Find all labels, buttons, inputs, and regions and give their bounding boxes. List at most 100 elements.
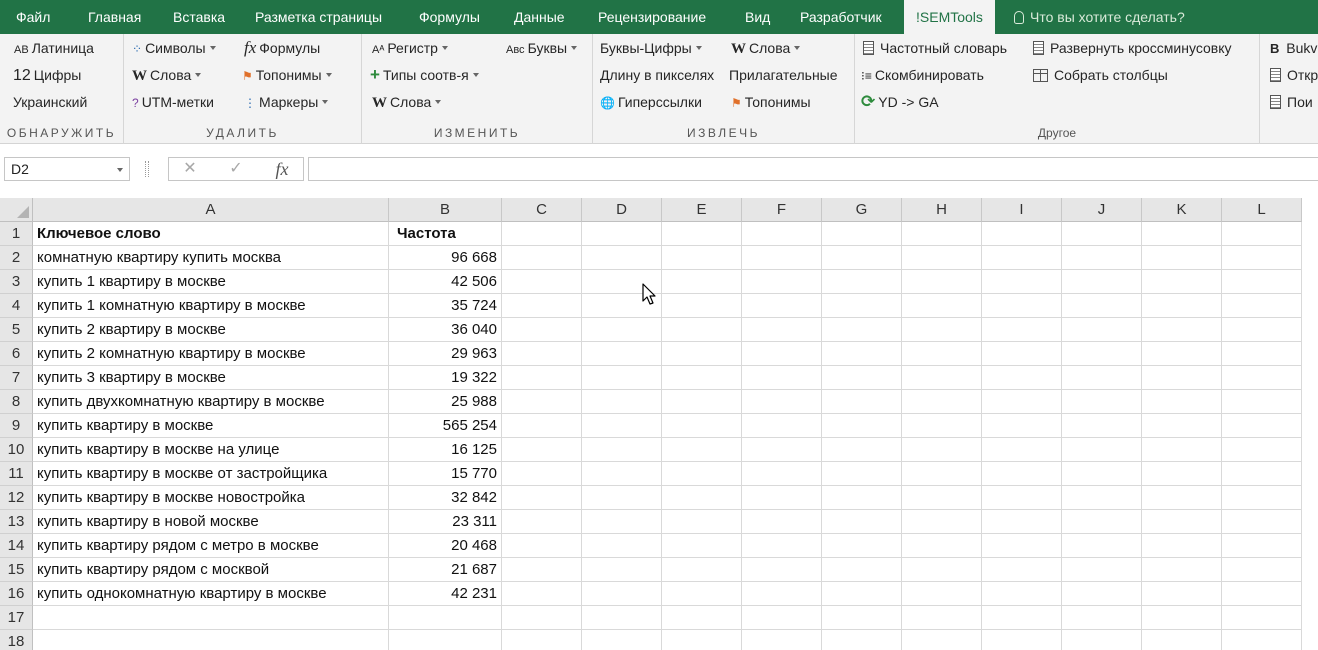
cell-d12[interactable] [582, 486, 662, 510]
cell-i12[interactable] [982, 486, 1062, 510]
cell-l5[interactable] [1222, 318, 1302, 342]
cell-c3[interactable] [502, 270, 582, 294]
cell-l7[interactable] [1222, 366, 1302, 390]
cell-l17[interactable] [1222, 606, 1302, 630]
extract-words-button[interactable]: W Слова [731, 37, 801, 59]
row-header[interactable]: 8 [0, 390, 33, 414]
cell-a5[interactable]: купить 2 квартиру в москве [33, 318, 389, 342]
tab-view[interactable]: Вид [745, 0, 770, 34]
search-button[interactable]: Пои [1270, 91, 1313, 113]
cell-e11[interactable] [662, 462, 742, 486]
cell-f17[interactable] [742, 606, 822, 630]
row-header[interactable]: 11 [0, 462, 33, 486]
cell-h9[interactable] [902, 414, 982, 438]
cell-i14[interactable] [982, 534, 1062, 558]
cell-a12[interactable]: купить квартиру в москве новостройка [33, 486, 389, 510]
letters-digits-button[interactable]: Буквы-Цифры [600, 37, 702, 59]
select-all-corner[interactable] [0, 198, 33, 222]
cell-e18[interactable] [662, 630, 742, 650]
cell-g4[interactable] [822, 294, 902, 318]
cell-c9[interactable] [502, 414, 582, 438]
cell-b1[interactable]: Частота [389, 222, 502, 246]
cell-a13[interactable]: купить квартиру в новой москве [33, 510, 389, 534]
cell-h5[interactable] [902, 318, 982, 342]
insert-function-button[interactable]: fx [267, 158, 297, 180]
cell-g16[interactable] [822, 582, 902, 606]
cell-e16[interactable] [662, 582, 742, 606]
cell-l6[interactable] [1222, 342, 1302, 366]
cell-e3[interactable] [662, 270, 742, 294]
cell-h12[interactable] [902, 486, 982, 510]
column-header-g[interactable]: G [822, 198, 902, 222]
cell-b7[interactable]: 19 322 [389, 366, 502, 390]
cell-g9[interactable] [822, 414, 902, 438]
column-header-e[interactable]: E [662, 198, 742, 222]
cell-l8[interactable] [1222, 390, 1302, 414]
cell-j6[interactable] [1062, 342, 1142, 366]
cell-h1[interactable] [902, 222, 982, 246]
change-words-button[interactable]: W Слова [372, 91, 442, 113]
freq-dict-button[interactable]: Частотный словарь [863, 37, 1007, 59]
cell-a6[interactable]: купить 2 комнатную квартиру в москве [33, 342, 389, 366]
cell-b6[interactable]: 29 963 [389, 342, 502, 366]
row-header[interactable]: 4 [0, 294, 33, 318]
cell-i7[interactable] [982, 366, 1062, 390]
cell-a4[interactable]: купить 1 комнатную квартиру в москве [33, 294, 389, 318]
cell-d9[interactable] [582, 414, 662, 438]
cell-d5[interactable] [582, 318, 662, 342]
name-box[interactable]: D2 [4, 157, 130, 181]
cell-i11[interactable] [982, 462, 1062, 486]
cell-j1[interactable] [1062, 222, 1142, 246]
cell-b14[interactable]: 20 468 [389, 534, 502, 558]
tab-data[interactable]: Данные [514, 0, 565, 34]
utm-button[interactable]: ? UTM-метки [132, 91, 214, 113]
cell-l16[interactable] [1222, 582, 1302, 606]
cell-a8[interactable]: купить двухкомнатную квартиру в москве [33, 390, 389, 414]
remove-toponyms-button[interactable]: ⚑ Топонимы [242, 64, 332, 86]
cell-d18[interactable] [582, 630, 662, 650]
cell-h3[interactable] [902, 270, 982, 294]
cell-b2[interactable]: 96 668 [389, 246, 502, 270]
cell-e9[interactable] [662, 414, 742, 438]
row-header[interactable]: 16 [0, 582, 33, 606]
cell-k13[interactable] [1142, 510, 1222, 534]
row-header[interactable]: 12 [0, 486, 33, 510]
cell-b13[interactable]: 23 311 [389, 510, 502, 534]
open-button[interactable]: Откр [1270, 64, 1318, 86]
cell-h16[interactable] [902, 582, 982, 606]
row-header[interactable]: 17 [0, 606, 33, 630]
column-header-c[interactable]: C [502, 198, 582, 222]
yd-ga-button[interactable]: ⟳ YD -> GA [861, 91, 939, 113]
cell-f11[interactable] [742, 462, 822, 486]
cell-k17[interactable] [1142, 606, 1222, 630]
cell-l3[interactable] [1222, 270, 1302, 294]
cell-j17[interactable] [1062, 606, 1142, 630]
cell-h8[interactable] [902, 390, 982, 414]
cell-i4[interactable] [982, 294, 1062, 318]
cell-i17[interactable] [982, 606, 1062, 630]
cell-g11[interactable] [822, 462, 902, 486]
case-button[interactable]: Aᴬ Регистр [372, 37, 448, 59]
cell-k15[interactable] [1142, 558, 1222, 582]
letters-button[interactable]: Авс Буквы [506, 37, 578, 59]
cell-d13[interactable] [582, 510, 662, 534]
tab-insert[interactable]: Вставка [173, 0, 225, 34]
cell-h17[interactable] [902, 606, 982, 630]
column-header-d[interactable]: D [582, 198, 662, 222]
cell-a16[interactable]: купить однокомнатную квартиру в москве [33, 582, 389, 606]
cell-k1[interactable] [1142, 222, 1222, 246]
cell-a2[interactable]: комнатную квартиру купить москва [33, 246, 389, 270]
cell-c8[interactable] [502, 390, 582, 414]
cell-h13[interactable] [902, 510, 982, 534]
cell-h2[interactable] [902, 246, 982, 270]
cell-d7[interactable] [582, 366, 662, 390]
adjectives-button[interactable]: Прилагательные [729, 64, 838, 86]
cell-c5[interactable] [502, 318, 582, 342]
cell-b10[interactable]: 16 125 [389, 438, 502, 462]
cell-b16[interactable]: 42 231 [389, 582, 502, 606]
row-header[interactable]: 2 [0, 246, 33, 270]
cell-d2[interactable] [582, 246, 662, 270]
cell-l18[interactable] [1222, 630, 1302, 650]
cell-i5[interactable] [982, 318, 1062, 342]
cell-b18[interactable] [389, 630, 502, 650]
